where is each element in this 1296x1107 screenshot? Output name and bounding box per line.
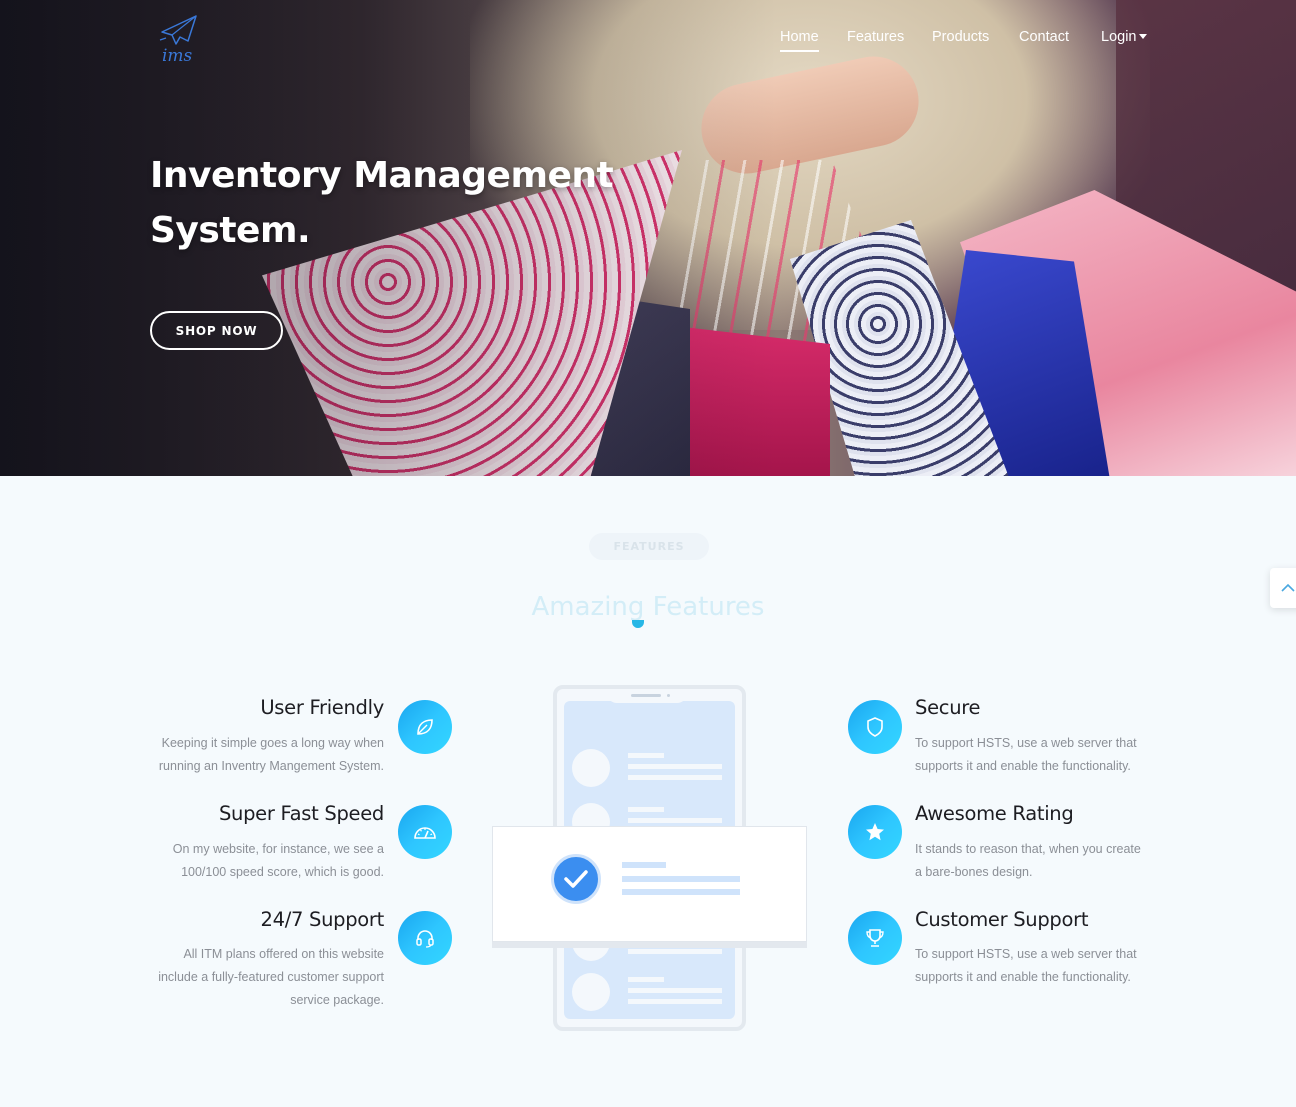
caret-down-icon bbox=[1139, 34, 1148, 39]
feature-title: Awesome Rating bbox=[915, 802, 1074, 825]
feature-title: 24/7 Support bbox=[260, 908, 385, 931]
nav-login-label: Login bbox=[1101, 29, 1137, 45]
checkmark-icon bbox=[551, 854, 601, 904]
feature-text-line: It stands to reason that, when you creat… bbox=[915, 842, 1141, 856]
hero-section: ims Home Features Products Contact Login… bbox=[0, 0, 1296, 476]
list-placeholder-row bbox=[572, 973, 732, 1013]
feature-title: Secure bbox=[915, 696, 981, 719]
nav-features[interactable]: Features bbox=[847, 29, 904, 45]
feature-text: To support HSTS, use a web server that s… bbox=[915, 732, 1215, 778]
feature-text-line: running an Inventry Mangement System. bbox=[158, 759, 384, 773]
nav-products[interactable]: Products bbox=[932, 29, 989, 45]
hero-title: Inventory Management System. bbox=[150, 148, 670, 258]
feature-24-7-support: 24/7 Support All ITM plans offered on th… bbox=[84, 906, 384, 1016]
feature-text-line: supports it and enable the functionality… bbox=[915, 759, 1131, 773]
feature-text-line: To support HSTS, use a web server that bbox=[915, 736, 1137, 750]
icon-circle bbox=[848, 700, 902, 754]
icon-circle bbox=[398, 805, 452, 859]
scroll-to-top-button[interactable] bbox=[1270, 568, 1296, 608]
feature-super-fast-speed: Super Fast Speed On my website, for inst… bbox=[84, 800, 385, 880]
feature-text-line: include a fully-featured customer suppor… bbox=[158, 970, 384, 984]
feature-customer-support: Customer Support To support HSTS, use a … bbox=[915, 906, 1215, 986]
feature-awesome-rating: Awesome Rating It stands to reason that,… bbox=[915, 800, 1215, 880]
feature-text-line: All ITM plans offered on this website bbox=[183, 947, 384, 961]
phone-notch bbox=[607, 689, 687, 703]
main-nav: Home Features Products Contact Login bbox=[0, 29, 1296, 53]
feature-text-line: 100/100 speed score, which is good. bbox=[181, 865, 384, 879]
icon-circle bbox=[848, 911, 902, 965]
feature-text-line: Keeping it simple goes a long way when bbox=[161, 736, 384, 750]
feature-text: On my website, for instance, we see a 10… bbox=[84, 838, 384, 884]
title-underline-dot bbox=[632, 620, 644, 628]
feature-secure: Secure To support HSTS, use a web server… bbox=[915, 694, 1215, 774]
feature-text-line: supports it and enable the functionality… bbox=[915, 970, 1131, 984]
nav-home[interactable]: Home bbox=[780, 29, 819, 52]
headset-icon bbox=[416, 930, 434, 948]
feature-text: To support HSTS, use a web server that s… bbox=[915, 943, 1215, 989]
feature-text-line: service package. bbox=[290, 993, 384, 1007]
feature-text: Keeping it simple goes a long way when r… bbox=[84, 732, 384, 778]
speedometer-icon bbox=[414, 827, 436, 839]
nav-contact[interactable]: Contact bbox=[1019, 29, 1069, 45]
section-title: Amazing Features bbox=[531, 592, 765, 622]
leaf-icon bbox=[417, 719, 433, 735]
feature-user-friendly: User Friendly Keeping it simple goes a l… bbox=[84, 694, 384, 774]
feature-text-line: On my website, for instance, we see a bbox=[172, 842, 384, 856]
chevron-up-icon bbox=[1281, 583, 1295, 592]
hero-title-line: Inventory Management bbox=[150, 155, 614, 196]
star-icon bbox=[866, 823, 884, 841]
feature-text: All ITM plans offered on this website in… bbox=[84, 943, 384, 1012]
feature-text-line: To support HSTS, use a web server that bbox=[915, 947, 1137, 961]
feature-title: User Friendly bbox=[260, 696, 384, 719]
feature-text: It stands to reason that, when you creat… bbox=[915, 838, 1215, 884]
trophy-icon bbox=[866, 929, 884, 947]
nav-login[interactable]: Login bbox=[1101, 29, 1148, 45]
features-badge: FEATURES bbox=[589, 533, 709, 560]
shield-icon bbox=[867, 717, 883, 737]
icon-circle bbox=[398, 700, 452, 754]
feature-title: Customer Support bbox=[915, 908, 1089, 931]
feature-title: Super Fast Speed bbox=[218, 802, 384, 825]
feature-text-line: a bare-bones design. bbox=[915, 865, 1033, 879]
icon-circle bbox=[848, 805, 902, 859]
list-placeholder-row bbox=[572, 749, 732, 789]
hero-title-line: System. bbox=[150, 210, 311, 251]
shop-now-button[interactable]: SHOP NOW bbox=[150, 311, 283, 350]
icon-circle bbox=[398, 911, 452, 965]
confirmation-card-illustration bbox=[492, 826, 807, 942]
